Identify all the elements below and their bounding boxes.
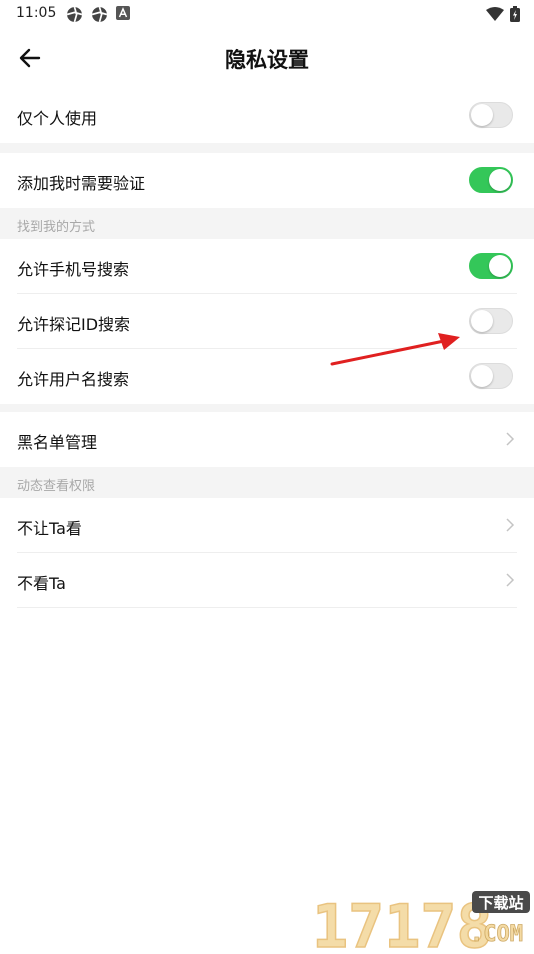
personal-use-label: 仅个人使用	[17, 109, 98, 128]
aperture-icon	[66, 6, 83, 23]
row-personal-use: 仅个人使用	[0, 88, 534, 143]
blacklist-label: 黑名单管理	[17, 433, 98, 452]
status-bar: 11:05	[0, 0, 534, 28]
row-add-verify: 添加我时需要验证	[0, 153, 534, 208]
username-search-toggle[interactable]	[469, 363, 513, 389]
chevron-right-icon	[506, 432, 515, 446]
section-gap	[0, 404, 534, 412]
section-header-feed-permission: 动态查看权限	[0, 467, 534, 498]
username-search-label: 允许用户名搜索	[17, 370, 130, 389]
row-not-see[interactable]: 不看Ta	[0, 553, 534, 608]
section-gap	[0, 143, 534, 153]
toggle-knob	[489, 255, 511, 277]
personal-use-toggle[interactable]	[469, 102, 513, 128]
chevron-right-icon	[506, 518, 515, 532]
watermark-number: 17178	[312, 892, 493, 950]
status-time: 11:05	[16, 5, 57, 21]
not-see-label: 不看Ta	[17, 574, 66, 593]
row-divider	[17, 607, 517, 608]
add-verify-toggle[interactable]	[469, 167, 513, 193]
section-header-find-me: 找到我的方式	[0, 208, 534, 239]
toggle-knob	[489, 169, 511, 191]
toggle-knob	[471, 104, 493, 126]
hide-from-label: 不让Ta看	[17, 519, 82, 538]
row-phone-search: 允许手机号搜索	[0, 239, 534, 294]
toggle-knob	[471, 310, 493, 332]
chevron-right-icon	[506, 573, 515, 587]
add-verify-label: 添加我时需要验证	[17, 174, 146, 193]
header-bar: 隐私设置	[0, 28, 534, 88]
watermark-logo: 17178 下载站 .COM	[311, 885, 534, 954]
row-hide-from[interactable]: 不让Ta看	[0, 498, 534, 553]
app-a-icon	[116, 6, 130, 20]
row-blacklist[interactable]: 黑名单管理	[0, 412, 534, 467]
battery-charging-icon	[510, 6, 520, 22]
find-me-section-label: 找到我的方式	[17, 220, 96, 235]
watermark-graphic: 17178 下载站 .COM	[311, 891, 530, 954]
watermark-domain: .COM	[470, 922, 523, 947]
id-search-label: 允许探记ID搜索	[17, 315, 131, 334]
wifi-icon	[486, 7, 504, 21]
feed-permission-section-label: 动态查看权限	[17, 479, 96, 494]
aperture-icon	[91, 6, 108, 23]
toggle-knob	[471, 365, 493, 387]
phone-search-label: 允许手机号搜索	[17, 260, 130, 279]
annotation-arrow	[330, 333, 460, 366]
status-system-icons	[486, 6, 520, 22]
page-title: 隐私设置	[225, 48, 309, 72]
phone-search-toggle[interactable]	[469, 253, 513, 279]
status-notification-icons	[66, 6, 130, 23]
id-search-toggle[interactable]	[469, 308, 513, 334]
watermark-site: 下载站	[478, 894, 523, 912]
